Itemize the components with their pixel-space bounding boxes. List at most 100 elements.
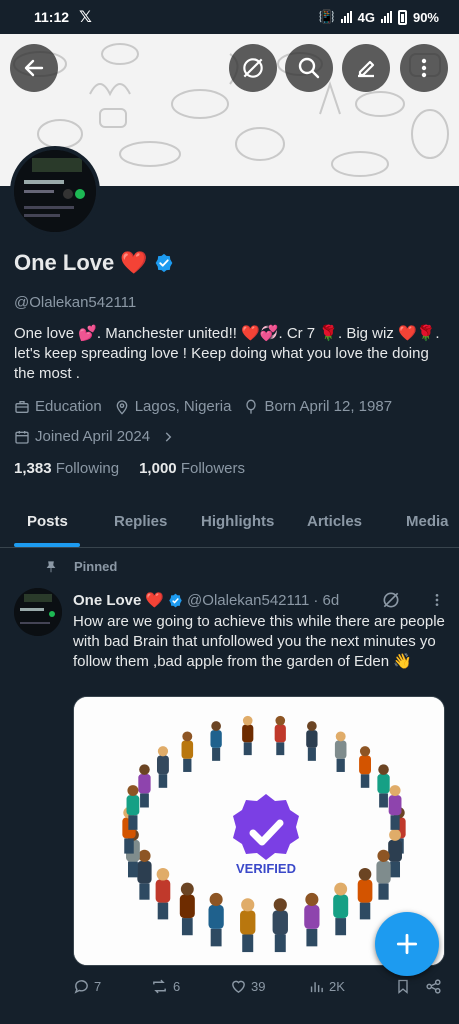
followers-count: 1,000: [139, 460, 177, 477]
like-count: 39: [251, 979, 266, 994]
profile-name: One Love ❤️: [14, 250, 174, 276]
person-head: [211, 721, 221, 731]
person-head: [334, 882, 348, 896]
more-options-button[interactable]: [400, 44, 448, 92]
search-icon: [298, 57, 320, 79]
balloon-icon: [246, 399, 257, 414]
tab-highlights[interactable]: Highlights: [201, 513, 274, 530]
back-button[interactable]: [10, 44, 58, 92]
repost-icon: [153, 979, 166, 994]
tab-media[interactable]: Media: [406, 513, 449, 530]
person-body: [306, 730, 318, 748]
person-head: [389, 785, 401, 797]
person-legs: [390, 815, 400, 830]
profile-handle: @Olalekan542111: [14, 294, 137, 311]
post-author-name[interactable]: One Love: [73, 592, 141, 609]
person-head: [157, 746, 169, 757]
person-head: [138, 849, 151, 862]
pinned-text: Pinned: [74, 559, 118, 574]
person-body: [304, 904, 320, 929]
person-head: [275, 715, 286, 726]
chevron-right-icon: [165, 431, 172, 442]
plus-icon: [396, 933, 418, 955]
person-head: [307, 721, 317, 731]
repost-button[interactable]: 6: [150, 978, 230, 995]
person-body: [210, 730, 222, 748]
person-legs: [336, 758, 345, 772]
profile-tabs: Posts Replies Highlights Articles Media: [0, 500, 459, 548]
person-legs: [359, 902, 371, 920]
person-head: [182, 731, 193, 742]
person-head: [127, 785, 139, 797]
birthday-text: Born April 12, 1987: [264, 398, 393, 415]
person-body: [179, 894, 195, 919]
profile-meta-row-2: Joined April 2024: [14, 428, 187, 445]
bookmark-button[interactable]: [395, 978, 425, 995]
views-button[interactable]: 2K: [308, 978, 395, 995]
person-body: [126, 795, 140, 816]
back-icon: [24, 59, 44, 77]
person-body: [388, 839, 402, 862]
search-button[interactable]: [285, 44, 333, 92]
vibrate-icon: 📳: [318, 9, 335, 24]
following-link[interactable]: 1,383 Following: [14, 460, 119, 477]
person-head: [305, 892, 319, 907]
person-legs: [210, 928, 222, 947]
profile-avatar[interactable]: [10, 146, 100, 236]
person-legs: [139, 883, 150, 900]
joined-item[interactable]: Joined April 2024: [14, 428, 175, 445]
status-bar: 11:12 𝕏 📳 4G 90%: [0, 0, 459, 34]
tab-replies[interactable]: Replies: [114, 513, 167, 530]
post-text: How are we going to achieve this while t…: [73, 613, 445, 670]
person-head: [156, 867, 170, 881]
person-head: [209, 892, 223, 907]
followers-link[interactable]: 1,000 Followers: [139, 460, 245, 477]
person-body: [208, 904, 224, 929]
reply-count: 7: [94, 979, 102, 994]
location-text: Lagos, Nigeria: [134, 398, 232, 415]
grok-button[interactable]: [229, 44, 277, 92]
status-time: 11:12: [34, 9, 70, 25]
followers-label: Followers: [180, 460, 245, 477]
person-body: [137, 860, 152, 884]
person-body: [156, 755, 169, 775]
post-avatar-image: [14, 588, 62, 636]
pin-icon: [46, 560, 56, 572]
verified-badge-label: VERIFIED: [236, 861, 296, 876]
person-head: [335, 731, 346, 742]
profile-name-text: One Love: [14, 250, 115, 275]
person-legs: [157, 902, 169, 920]
person-legs: [242, 934, 254, 953]
person-body: [272, 910, 288, 935]
signal-icon-2: [380, 11, 392, 23]
post-avatar[interactable]: [14, 588, 62, 636]
verified-icon[interactable]: [154, 253, 174, 273]
active-tab-indicator: [14, 543, 80, 547]
person-body: [274, 724, 286, 743]
category-item: Education: [14, 398, 102, 415]
person-body: [377, 774, 390, 794]
person-legs: [212, 747, 221, 761]
edit-button[interactable]: [342, 44, 390, 92]
person-head: [378, 764, 389, 775]
reply-button[interactable]: 7: [73, 978, 150, 995]
post-more-icon[interactable]: [429, 592, 445, 608]
person-body: [242, 724, 254, 743]
tab-posts[interactable]: Posts: [27, 513, 68, 530]
person-head: [241, 898, 255, 912]
like-button[interactable]: 39: [230, 978, 308, 995]
grok-icon[interactable]: [381, 590, 401, 610]
like-icon: [232, 980, 245, 994]
grok-icon: [243, 58, 263, 78]
compose-post-button[interactable]: [375, 912, 439, 976]
person-legs: [274, 934, 286, 953]
verified-icon: [169, 593, 182, 607]
share-button[interactable]: [425, 978, 442, 995]
post-time: · 6d: [313, 591, 340, 609]
category-text: Education: [35, 398, 102, 415]
signal-icon: [340, 11, 352, 23]
person-legs: [183, 758, 192, 772]
person-legs: [124, 838, 134, 854]
tab-articles[interactable]: Articles: [307, 513, 362, 530]
post-author-handle: @Olalekan542111: [187, 591, 310, 609]
